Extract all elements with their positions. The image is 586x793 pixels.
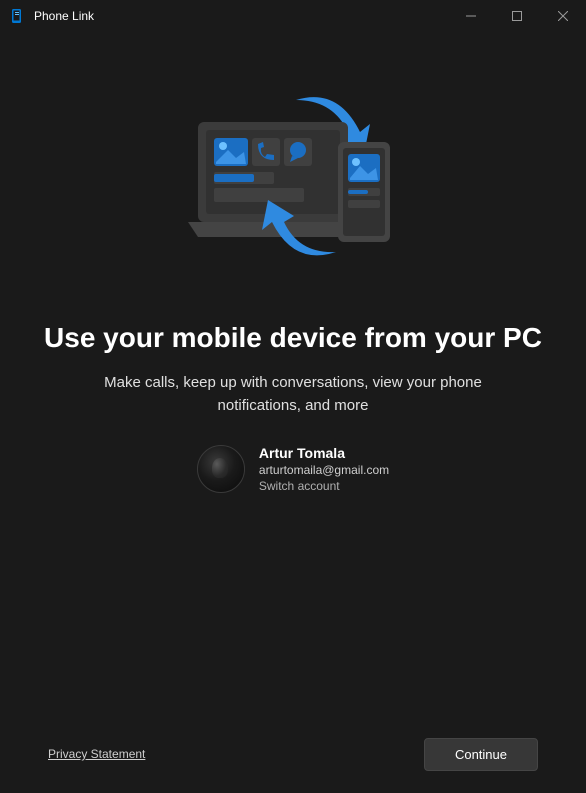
page-heading: Use your mobile device from your PC	[44, 322, 542, 354]
maximize-button[interactable]	[494, 0, 540, 32]
account-name: Artur Tomala	[259, 445, 389, 461]
window-controls	[448, 0, 586, 32]
account-email: arturtomaila@gmail.com	[259, 463, 389, 477]
minimize-button[interactable]	[448, 0, 494, 32]
page-subheading: Make calls, keep up with conversations, …	[63, 372, 523, 417]
hero-illustration	[188, 82, 398, 272]
main-content: Use your mobile device from your PC Make…	[0, 32, 586, 493]
account-section: Artur Tomala arturtomaila@gmail.com Swit…	[197, 445, 389, 493]
switch-account-link[interactable]: Switch account	[259, 479, 389, 493]
privacy-statement-link[interactable]: Privacy Statement	[48, 747, 145, 761]
window-title: Phone Link	[34, 9, 448, 23]
avatar	[197, 445, 245, 493]
account-info: Artur Tomala arturtomaila@gmail.com Swit…	[259, 445, 389, 493]
titlebar: Phone Link	[0, 0, 586, 32]
app-icon	[10, 8, 26, 24]
continue-button[interactable]: Continue	[424, 738, 538, 771]
footer: Privacy Statement Continue	[0, 715, 586, 793]
close-button[interactable]	[540, 0, 586, 32]
